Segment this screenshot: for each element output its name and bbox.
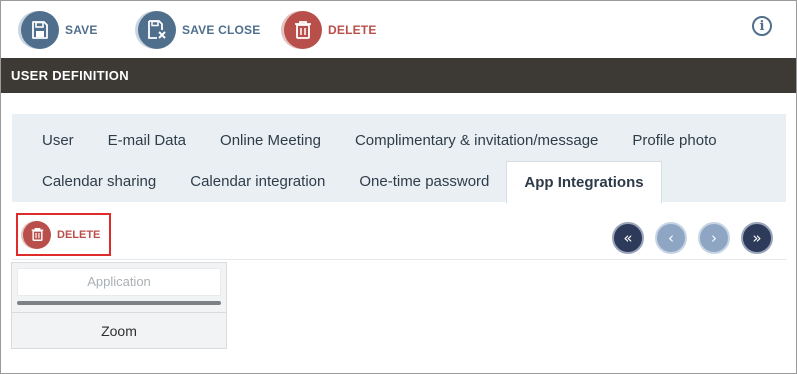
delete-row-button[interactable]: DELETE [16, 213, 111, 256]
delete-button[interactable]: DELETE [284, 10, 377, 50]
delete-row-label: DELETE [57, 228, 101, 241]
save-close-label: SAVE CLOSE [182, 23, 261, 37]
tab-user[interactable]: User [12, 120, 91, 161]
tab-panel: User E-mail Data Online Meeting Complime… [12, 114, 786, 203]
trash-icon [284, 11, 322, 49]
page-title: USER DEFINITION [1, 58, 796, 93]
tab-complimentary-invitation[interactable]: Complimentary & invitation/message [338, 120, 615, 161]
action-bar: DELETE « ‹ › » [12, 212, 786, 260]
table-row[interactable]: Zoom [12, 312, 226, 348]
column-header-application[interactable]: Application [17, 268, 221, 296]
save-close-icon [138, 11, 176, 49]
save-close-button[interactable]: SAVE CLOSE [138, 10, 260, 50]
toolbar: SAVE SAVE CLOSE DELETE i [1, 1, 796, 58]
horizontal-scrollbar[interactable] [17, 301, 221, 305]
tab-calendar-integration[interactable]: Calendar integration [173, 161, 342, 202]
first-page-button[interactable]: « [612, 222, 644, 254]
last-page-button[interactable]: » [741, 222, 773, 254]
previous-page-button[interactable]: ‹ [655, 222, 687, 254]
tab-online-meeting[interactable]: Online Meeting [203, 120, 338, 161]
applications-grid: Application Zoom [11, 262, 227, 349]
app-window: SAVE SAVE CLOSE DELETE i USER DEFINITION… [0, 0, 797, 374]
tab-row-1: User E-mail Data Online Meeting Complime… [12, 120, 734, 161]
tab-email-data[interactable]: E-mail Data [91, 120, 203, 161]
info-icon[interactable]: i [752, 16, 772, 36]
delete-label: DELETE [328, 23, 377, 37]
save-icon [21, 11, 59, 49]
tab-one-time-password[interactable]: One-time password [342, 161, 506, 202]
tab-calendar-sharing[interactable]: Calendar sharing [12, 161, 173, 202]
save-button[interactable]: SAVE [21, 10, 98, 50]
tab-app-integrations[interactable]: App Integrations [506, 161, 662, 203]
trash-icon [23, 220, 51, 249]
tab-row-2: Calendar sharing Calendar integration On… [12, 161, 662, 203]
tab-profile-photo[interactable]: Profile photo [615, 120, 733, 161]
next-page-button[interactable]: › [698, 222, 730, 254]
save-label: SAVE [65, 23, 98, 37]
